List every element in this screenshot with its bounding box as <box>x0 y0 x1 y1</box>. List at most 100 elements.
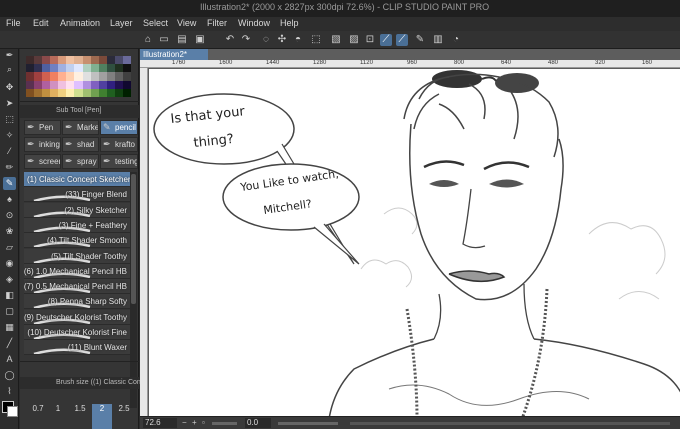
brush-item[interactable]: (6) 1.0 Mechanical Pencil HB <box>24 263 130 279</box>
palette-swatch[interactable] <box>42 72 51 81</box>
palette-swatch[interactable] <box>82 56 91 65</box>
fill-tool-icon[interactable]: ◈ <box>3 273 16 286</box>
palette-swatch[interactable] <box>26 88 35 97</box>
palette-swatch[interactable] <box>90 80 99 89</box>
palette-swatch[interactable] <box>82 88 91 97</box>
airbrush-icon[interactable]: ⊙ <box>3 209 16 222</box>
palette-swatch[interactable] <box>114 56 123 65</box>
palette-swatch[interactable] <box>66 72 75 81</box>
palette-swatch[interactable] <box>50 72 59 81</box>
palette-swatch[interactable] <box>26 72 35 81</box>
size-preset[interactable]: 1 <box>48 404 68 413</box>
brush-item[interactable]: (7) 0.5 Mechanical Pencil HB <box>24 279 130 295</box>
tab-spray[interactable]: ✒ spray <box>62 154 99 169</box>
palette-swatch[interactable] <box>114 72 123 81</box>
menu-select[interactable]: Select <box>143 18 168 28</box>
palette-swatch[interactable] <box>90 88 99 97</box>
menu-view[interactable]: View <box>177 18 196 28</box>
palette-swatch[interactable] <box>98 56 107 65</box>
zoom-field[interactable]: 72.6 <box>143 418 177 428</box>
palette-swatch[interactable] <box>34 56 43 65</box>
scrollbar-thumb[interactable] <box>131 174 136 304</box>
palette-swatch[interactable] <box>74 72 83 81</box>
brush-item[interactable]: (4) Tilt Shader Smooth <box>24 233 130 249</box>
sub-color-swatch[interactable] <box>7 406 18 417</box>
magic-wand-icon[interactable]: ✧ <box>3 129 16 142</box>
brush-item[interactable]: (10) Deutscher Kolorist Fine <box>24 325 130 340</box>
help-icon[interactable]: ◔ <box>450 34 462 46</box>
palette-swatch[interactable] <box>50 64 59 73</box>
brush-item[interactable]: (3) Fine + Feathery <box>24 217 130 233</box>
size-preset[interactable]: 2.5 <box>114 404 134 413</box>
pen-tool-icon[interactable]: ✒ <box>3 49 16 62</box>
palette-swatch[interactable] <box>66 80 75 89</box>
palette-swatch[interactable] <box>34 80 43 89</box>
rotation-field[interactable]: 0.0 <box>245 418 271 428</box>
fit-icon[interactable]: ▫ <box>202 418 205 427</box>
menu-file[interactable]: File <box>6 18 21 28</box>
palette-swatch[interactable] <box>98 80 107 89</box>
pencil-icon[interactable]: ✎ <box>3 177 16 190</box>
tab-testing[interactable]: ✒ testing <box>100 154 138 169</box>
tab-pen[interactable]: ✒ Pen <box>24 120 61 135</box>
palette-swatch[interactable] <box>114 88 123 97</box>
palette-swatch[interactable] <box>122 88 131 97</box>
new-file-icon[interactable]: ▭ <box>158 34 170 46</box>
tab-inking[interactable]: ✒ inking <box>24 137 61 152</box>
frame-icon[interactable]: ▦ <box>3 321 16 334</box>
brush-item[interactable]: (5) Tilt Shader Toothy <box>24 248 130 264</box>
transform-icon[interactable]: ⬚ <box>310 34 322 46</box>
figure-icon[interactable]: ▢ <box>3 305 16 318</box>
decoration-icon[interactable]: ❀ <box>3 225 16 238</box>
palette-swatch[interactable] <box>122 64 131 73</box>
palette-swatch[interactable] <box>98 88 107 97</box>
palette-swatch[interactable] <box>34 64 43 73</box>
palette-swatch[interactable] <box>42 88 51 97</box>
pen-pressure-icon[interactable]: ✎ <box>414 34 426 46</box>
size-preset[interactable]: 1.5 <box>70 404 90 413</box>
palette-swatch[interactable] <box>66 56 75 65</box>
tab-screen[interactable]: ✒ screen <box>24 154 61 169</box>
home-icon[interactable]: ⌂ <box>142 34 154 46</box>
undo-icon[interactable]: ↶ <box>224 34 236 46</box>
palette-swatch[interactable] <box>82 72 91 81</box>
text-icon[interactable]: A <box>3 353 16 366</box>
palette-swatch[interactable] <box>74 56 83 65</box>
palette-swatch[interactable] <box>58 80 67 89</box>
palette-swatch[interactable] <box>122 56 131 65</box>
size-preset-active[interactable]: 2 <box>92 404 112 429</box>
palette-swatch[interactable] <box>42 64 51 73</box>
deselect-icon[interactable]: ▧ <box>330 34 342 46</box>
palette-swatch[interactable] <box>106 88 115 97</box>
palette-swatch[interactable] <box>42 80 51 89</box>
document-tab[interactable]: Illustration2* <box>140 49 208 60</box>
menu-layer[interactable]: Layer <box>110 18 133 28</box>
color-palette[interactable] <box>26 56 131 97</box>
brush-item[interactable]: (2) Silky Sketcher <box>24 202 130 218</box>
palette-swatch[interactable] <box>66 88 75 97</box>
brush-item[interactable]: (1) Classic Concept Sketcher <box>24 172 130 187</box>
snap-ruler-icon[interactable]: ⟋ <box>380 34 392 46</box>
menu-filter[interactable]: Filter <box>207 18 227 28</box>
open-icon[interactable]: ▤ <box>176 34 188 46</box>
menu-help[interactable]: Help <box>280 18 299 28</box>
invert-selection-icon[interactable]: ▨ <box>348 34 360 46</box>
palette-swatch[interactable] <box>74 80 83 89</box>
zoom-tool-icon[interactable]: ⌕ <box>3 63 16 76</box>
horizontal-scrollbar[interactable] <box>350 422 670 425</box>
palette-swatch[interactable] <box>26 64 35 73</box>
palette-swatch[interactable] <box>50 56 59 65</box>
fill-icon[interactable]: ◓ <box>292 34 304 46</box>
brush-item[interactable]: (9) Deutscher Kolorist Toothy <box>24 309 130 325</box>
tab-shade[interactable]: ✒ shad <box>62 137 99 152</box>
object-tool-icon[interactable]: ➤ <box>3 97 16 110</box>
ruler-icon[interactable]: ╱ <box>3 337 16 350</box>
palette-swatch[interactable] <box>122 80 131 89</box>
palette-swatch[interactable] <box>106 72 115 81</box>
palette-swatch[interactable] <box>106 80 115 89</box>
brush-item[interactable]: (33) Finger Blend <box>24 187 130 203</box>
palette-swatch[interactable] <box>98 64 107 73</box>
lasso-icon[interactable]: ◌ <box>260 34 272 46</box>
palette-swatch[interactable] <box>106 56 115 65</box>
canvas-icon[interactable]: ▥ <box>432 34 444 46</box>
